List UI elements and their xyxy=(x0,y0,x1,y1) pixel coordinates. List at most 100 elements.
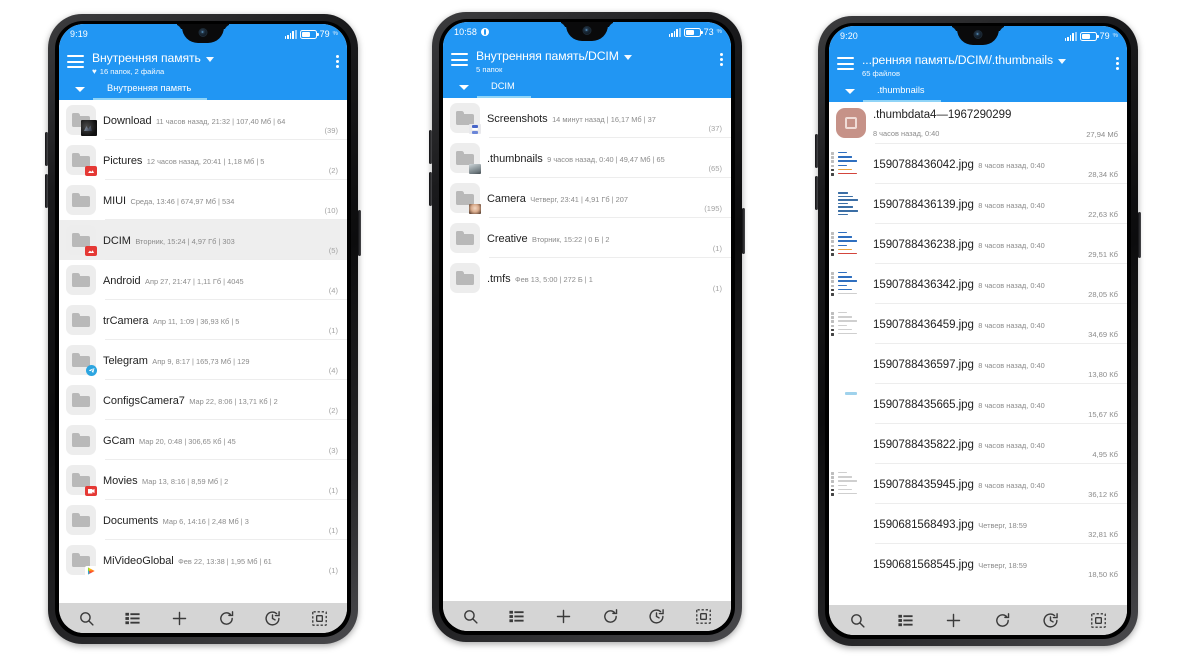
select-icon[interactable] xyxy=(695,608,712,625)
list-icon[interactable] xyxy=(508,608,525,625)
select-icon[interactable] xyxy=(311,610,328,627)
app-bar: Внутренняя память/DCIM 5 папок DCIM xyxy=(443,42,731,98)
folder-row[interactable]: ConfigsCamera7 Мар 22, 8:06 | 13,71 Кб |… xyxy=(59,380,347,420)
kebab-menu-icon[interactable] xyxy=(720,53,723,67)
folder-row[interactable]: MIUI Среда, 13:46 | 674,97 Мб | 534 (10) xyxy=(59,180,347,220)
signal-icon xyxy=(284,29,297,39)
row-meta: 1590788436042.jpg 8 часов назад, 0:40 xyxy=(873,155,1077,173)
folder-row[interactable]: .thumbnails 9 часов назад, 0:40 | 49,47 … xyxy=(443,138,731,178)
file-row[interactable]: 1590681568545.jpg Четверг, 18:59 18,50 К… xyxy=(829,544,1127,584)
list-icon[interactable] xyxy=(124,610,141,627)
folder-row[interactable]: Movies Мар 13, 8:16 | 8,59 Мб | 2 (1) xyxy=(59,460,347,500)
telegram-badge-icon xyxy=(86,365,97,376)
file-row[interactable]: 1590681568493.jpg Четверг, 18:59 32,81 К… xyxy=(829,504,1127,544)
file-size: 28,05 Кб xyxy=(1088,290,1118,299)
file-row[interactable]: 1590788436042.jpg 8 часов назад, 0:40 28… xyxy=(829,144,1127,184)
folder-row[interactable]: Telegram Апр 9, 8:17 | 165,73 Мб | 129 (… xyxy=(59,340,347,380)
tab-expand-icon[interactable] xyxy=(451,76,477,98)
breadcrumb-tab-active[interactable]: DCIM xyxy=(477,76,531,98)
folder-row[interactable]: .tmfs Фев 13, 5:00 | 272 Б | 1 (1) xyxy=(443,258,731,298)
screen: 9:20 79 % ...ренняя память/DCIM/.thumbna… xyxy=(829,26,1127,635)
row-meta: Pictures 12 часов назад, 20:41 | 1,18 Мб… xyxy=(103,151,318,169)
page-subtitle: 5 папок xyxy=(476,65,712,74)
search-icon[interactable] xyxy=(78,610,95,627)
history-icon[interactable] xyxy=(264,610,281,627)
file-row[interactable]: 1590788436459.jpg 8 часов назад, 0:40 34… xyxy=(829,304,1127,344)
row-meta: 1590788436238.jpg 8 часов назад, 0:40 xyxy=(873,235,1077,253)
hamburger-icon[interactable] xyxy=(451,53,468,66)
item-name: Download xyxy=(103,115,152,127)
power-button[interactable] xyxy=(1138,212,1141,258)
hamburger-icon[interactable] xyxy=(837,57,854,70)
kebab-menu-icon[interactable] xyxy=(336,55,339,69)
volume-up-button[interactable] xyxy=(45,132,48,166)
file-list: .thumbdata4—1967290299 8 часов назад, 0:… xyxy=(829,102,1127,605)
row-meta: 1590788435945.jpg 8 часов назад, 0:40 xyxy=(873,475,1077,493)
plus-icon[interactable] xyxy=(555,608,572,625)
folder-row[interactable]: DCIM Вторник, 15:24 | 4,97 Гб | 303 (5) xyxy=(59,220,347,260)
select-icon[interactable] xyxy=(1090,612,1107,629)
history-icon[interactable] xyxy=(1042,612,1059,629)
file-row[interactable]: .thumbdata4—1967290299 8 часов назад, 0:… xyxy=(829,102,1127,144)
row-meta: Screenshots 14 минут назад | 16,17 Мб | … xyxy=(487,109,697,127)
favorite-heart-icon: ♥ xyxy=(92,66,97,76)
folder-row[interactable]: Android Апр 27, 21:47 | 1,11 Гб | 4045 (… xyxy=(59,260,347,300)
item-info: 8 часов назад, 0:40 xyxy=(978,281,1045,290)
file-row[interactable]: 1590788436597.jpg 8 часов назад, 0:40 13… xyxy=(829,344,1127,384)
volume-down-button[interactable] xyxy=(815,176,818,210)
folder-icon xyxy=(66,505,96,535)
folder-row[interactable]: Documents Мар 6, 14:16 | 2,48 Мб | 3 (1) xyxy=(59,500,347,540)
volume-down-button[interactable] xyxy=(429,172,432,206)
volume-down-button[interactable] xyxy=(45,174,48,208)
row-thumbnail xyxy=(66,345,97,376)
file-row[interactable]: 1590788435945.jpg 8 часов назад, 0:40 36… xyxy=(829,464,1127,504)
file-row[interactable]: 1590788435665.jpg 8 часов назад, 0:40 15… xyxy=(829,384,1127,424)
list-icon[interactable] xyxy=(897,612,914,629)
folder-row[interactable]: Camera Четверг, 23:41 | 4,91 Гб | 207 (1… xyxy=(443,178,731,218)
tab-expand-icon[interactable] xyxy=(837,80,863,102)
row-meta: 1590788436459.jpg 8 часов назад, 0:40 xyxy=(873,315,1077,333)
refresh-icon[interactable] xyxy=(994,612,1011,629)
history-icon[interactable] xyxy=(648,608,665,625)
item-info: 14 минут назад | 16,17 Мб | 37 xyxy=(552,115,656,124)
row-thumbnail xyxy=(831,149,866,179)
chevron-down-icon[interactable] xyxy=(623,55,632,60)
subtitle-text: 5 папок xyxy=(476,65,503,74)
bottom-toolbar xyxy=(443,601,731,631)
power-button[interactable] xyxy=(742,208,745,254)
item-info: 8 часов назад, 0:40 xyxy=(978,361,1045,370)
folder-row[interactable]: Screenshots 14 минут назад | 16,17 Мб | … xyxy=(443,98,731,138)
volume-up-button[interactable] xyxy=(429,130,432,164)
play-store-badge-icon xyxy=(85,566,97,576)
chevron-down-icon[interactable] xyxy=(1058,59,1066,64)
item-info: Фев 22, 13:38 | 1,95 Мб | 61 xyxy=(178,557,272,566)
file-row[interactable]: 1590788436238.jpg 8 часов назад, 0:40 29… xyxy=(829,224,1127,264)
folder-row[interactable]: Pictures 12 часов назад, 20:41 | 1,18 Мб… xyxy=(59,140,347,180)
page-title: ...ренняя память/DCIM/.thumbnails xyxy=(862,53,1053,67)
folder-row[interactable]: Creative Вторник, 15:22 | 0 Б | 2 (1) xyxy=(443,218,731,258)
plus-icon[interactable] xyxy=(171,610,188,627)
search-icon[interactable] xyxy=(849,612,866,629)
volume-up-button[interactable] xyxy=(815,134,818,168)
tab-expand-icon[interactable] xyxy=(67,78,93,100)
kebab-menu-icon[interactable] xyxy=(1116,57,1119,71)
device-frame-2: 10:58 73 % Внутренняя память/DCIM 5 папо… xyxy=(429,12,745,642)
file-row[interactable]: 1590788436139.jpg 8 часов назад, 0:40 22… xyxy=(829,184,1127,224)
chevron-down-icon[interactable] xyxy=(205,57,214,62)
breadcrumb-tab-active[interactable]: Внутренняя память xyxy=(93,78,208,100)
refresh-icon[interactable] xyxy=(218,610,235,627)
refresh-icon[interactable] xyxy=(602,608,619,625)
hamburger-icon[interactable] xyxy=(67,55,84,68)
signal-icon xyxy=(1064,31,1077,41)
file-row[interactable]: 1590788436342.jpg 8 часов назад, 0:40 28… xyxy=(829,264,1127,304)
file-row[interactable]: 1590788435822.jpg 8 часов назад, 0:40 4,… xyxy=(829,424,1127,464)
folder-row[interactable]: MiVideoGlobal Фев 22, 13:38 | 1,95 Мб | … xyxy=(59,540,347,580)
status-right: 73 % xyxy=(668,27,722,37)
plus-icon[interactable] xyxy=(945,612,962,629)
folder-row[interactable]: trCamera Апр 11, 1:09 | 36,93 Кб | 5 (1) xyxy=(59,300,347,340)
breadcrumb-tab-active[interactable]: .thumbnails xyxy=(863,80,941,102)
folder-row[interactable]: GCam Мар 20, 0:48 | 306,65 Кб | 45 (3) xyxy=(59,420,347,460)
search-icon[interactable] xyxy=(462,608,479,625)
power-button[interactable] xyxy=(358,210,361,256)
folder-row[interactable]: Download 11 часов назад, 21:32 | 107,40 … xyxy=(59,100,347,140)
